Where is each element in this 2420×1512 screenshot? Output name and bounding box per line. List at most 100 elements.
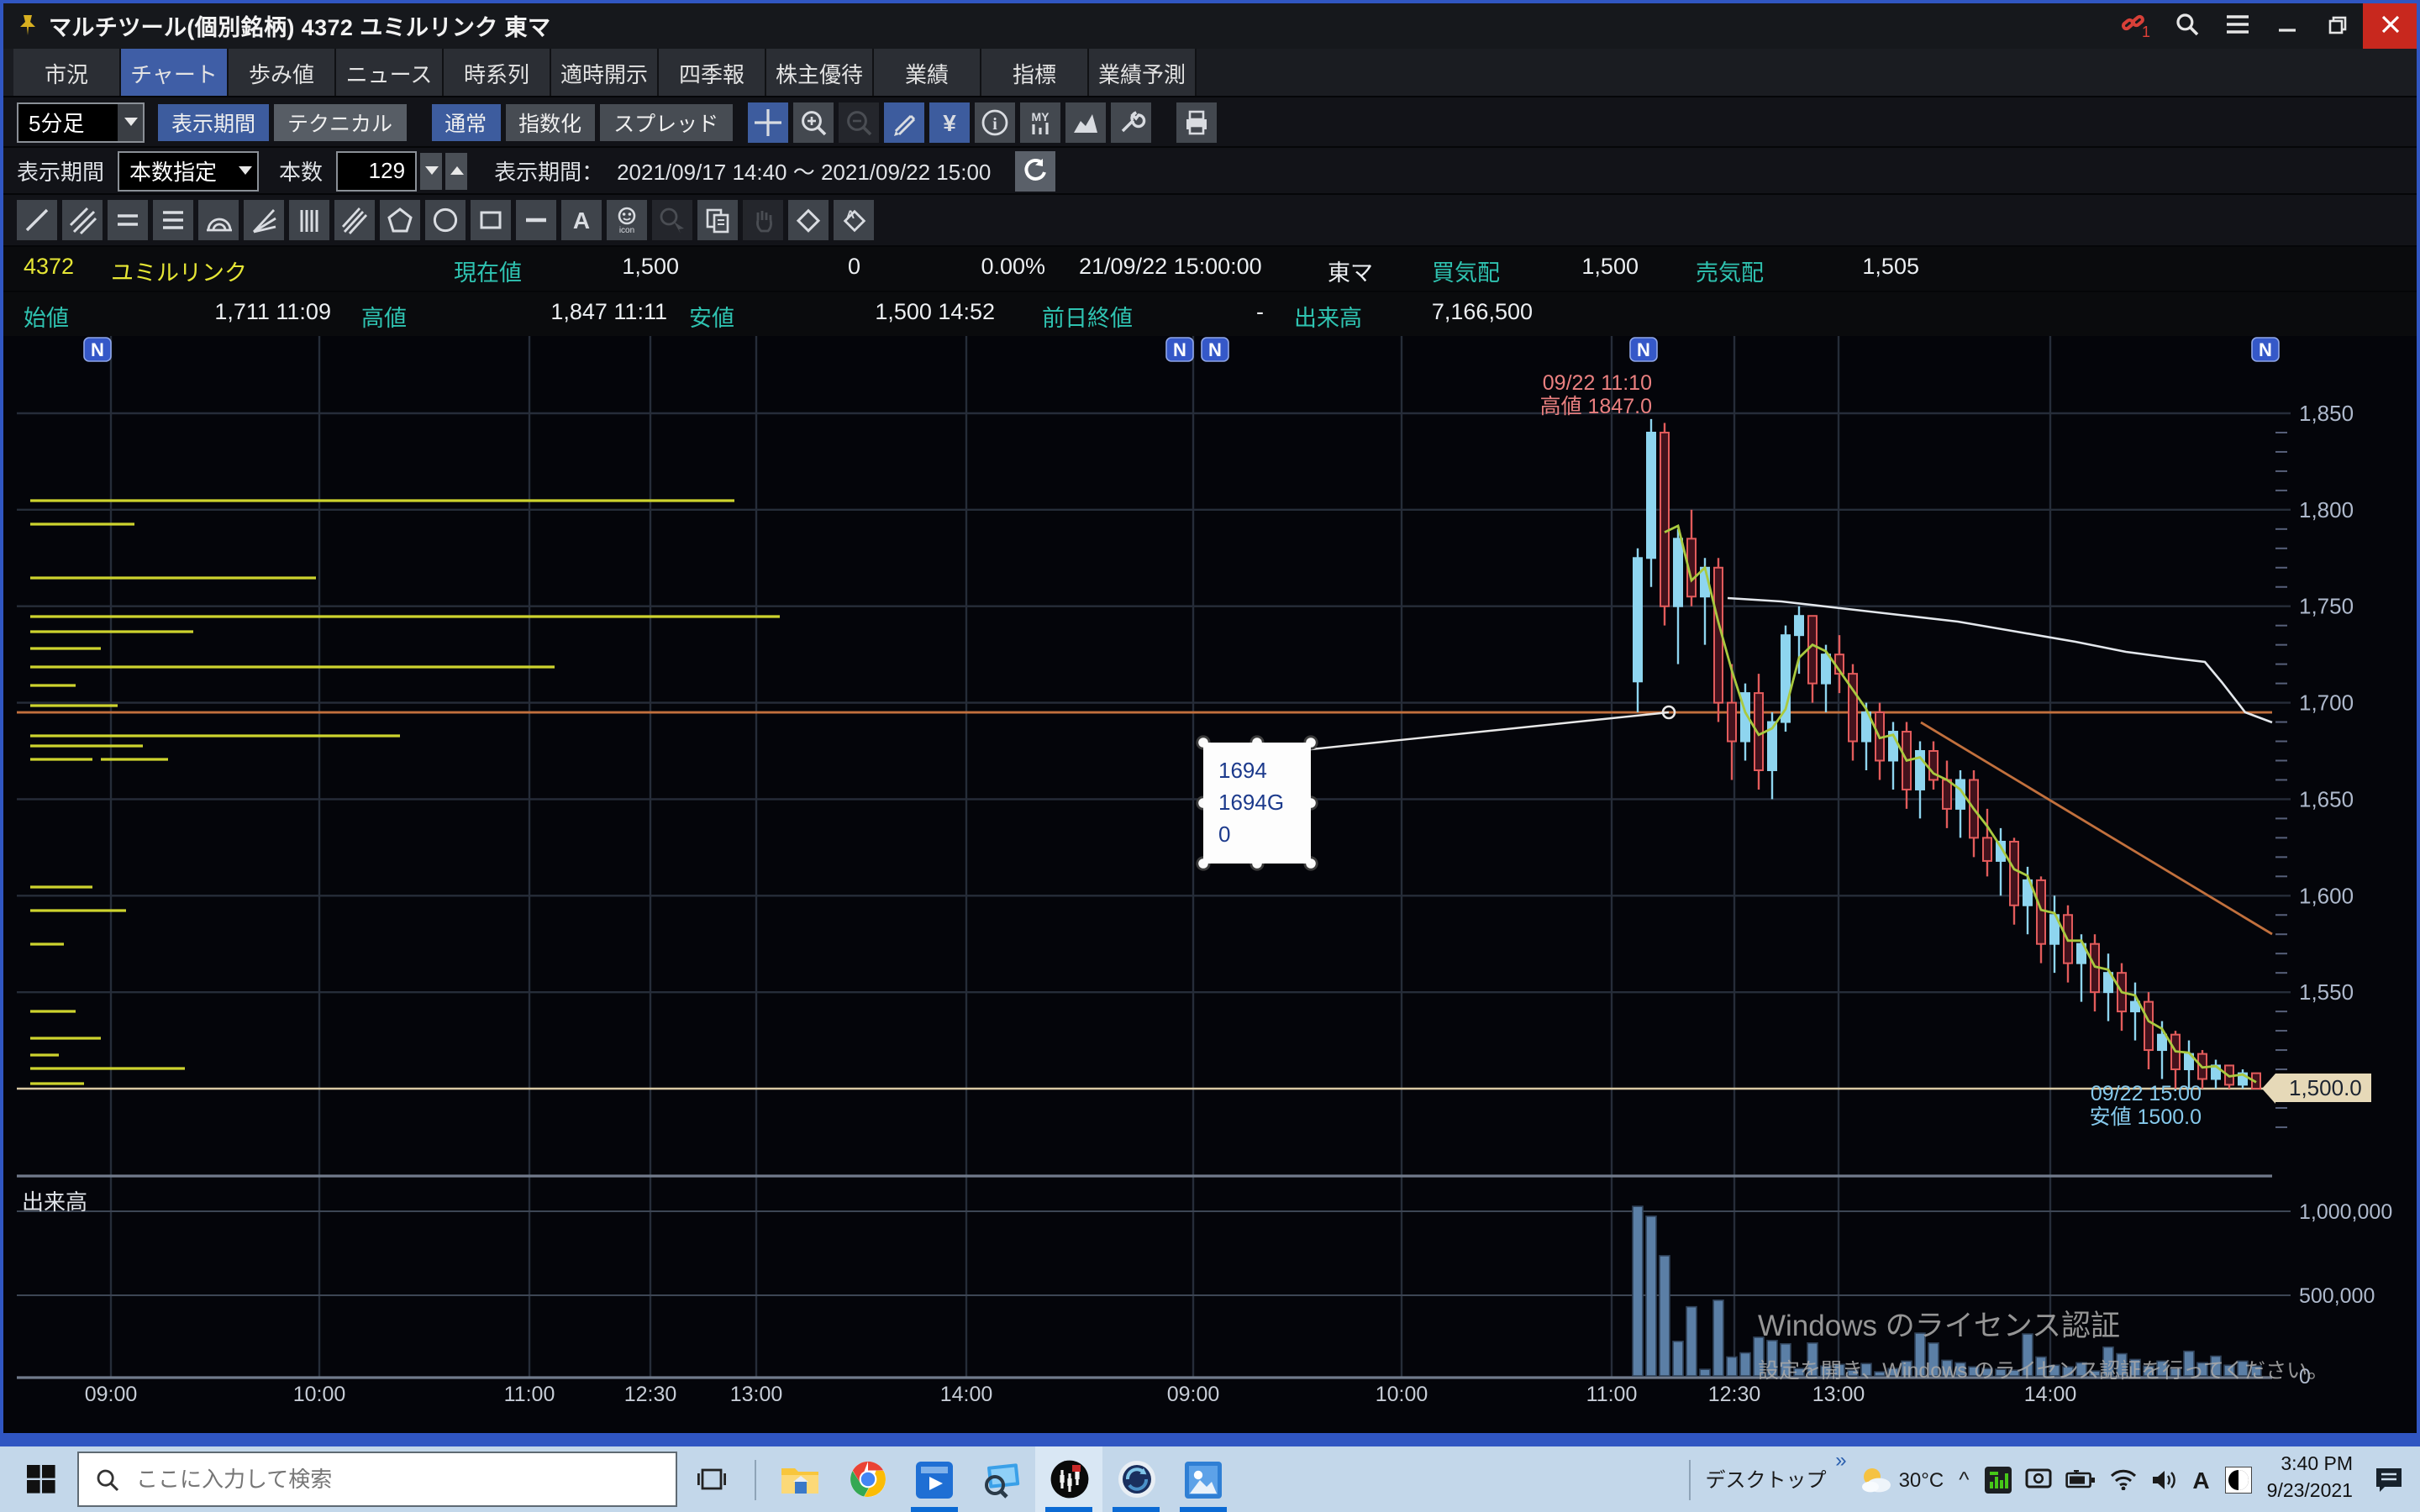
volume-value: 7,166,500 [1395, 299, 1533, 324]
pencil-icon[interactable] [883, 102, 923, 142]
draw-horizontal-3-icon[interactable] [153, 200, 193, 240]
minimize-button[interactable] [2262, 0, 2312, 49]
count-up-button[interactable] [445, 152, 467, 189]
taskbar-search[interactable] [77, 1452, 677, 1507]
time-axis-label: 14:00 [2024, 1383, 2077, 1406]
technical-button[interactable]: テクニカル [274, 103, 406, 140]
chart-annotation-box[interactable]: 1694 1694G 0 [1203, 743, 1311, 864]
bid-value: 1,500 [1491, 254, 1639, 279]
info-icon[interactable]: i [974, 102, 1014, 142]
notification-center-icon[interactable] [2375, 1466, 2403, 1493]
candle-down [1943, 780, 1951, 808]
tab-results[interactable]: 業績 [874, 49, 981, 96]
taskbar-clock[interactable]: 3:40 PM 9/23/2021 [2267, 1453, 2353, 1505]
count-label: 本数 [279, 155, 323, 186]
period-toolbar: 表示期間 本数指定 本数 129 表示期間： 2021/09/17 14:40 … [3, 148, 2417, 193]
price-axis-label: 1,600 [2299, 883, 2354, 908]
ime-mode-icon[interactable] [2225, 1466, 2252, 1493]
taskbar-app-chrome[interactable] [834, 1446, 901, 1512]
tab-timeseries[interactable]: 時系列 [444, 49, 551, 96]
spread-button[interactable]: スプレッド [600, 103, 732, 140]
time-axis-label: 09:00 [85, 1383, 138, 1406]
indexed-button[interactable]: 指数化 [505, 103, 595, 140]
draw-rectangle-icon[interactable] [471, 200, 511, 240]
change-percent: 0.00% [894, 254, 1045, 279]
tray-volume-icon[interactable] [2150, 1467, 2177, 1491]
window-border-bottom [0, 1433, 2420, 1446]
tab-tick[interactable]: 歩み値 [229, 49, 336, 96]
taskbar-app-explorer[interactable] [766, 1446, 834, 1512]
tab-chart[interactable]: チャート [121, 49, 229, 96]
interval-select[interactable]: 5分足 [17, 102, 145, 142]
my-chart-icon[interactable]: MY [1019, 102, 1060, 142]
draw-trend-line-icon[interactable] [17, 200, 57, 240]
tray-battery-icon[interactable] [2065, 1469, 2095, 1489]
taskbar-app-screen-search[interactable] [968, 1446, 1035, 1512]
tray-cast-icon[interactable] [2024, 1467, 2051, 1491]
tray-wifi-icon[interactable] [2108, 1468, 2137, 1490]
crosshair-icon[interactable] [747, 102, 787, 142]
desktops-toolbar[interactable]: デスクトップ » [1706, 1465, 1827, 1494]
tab-indicators[interactable]: 指標 [981, 49, 1089, 96]
tray-expand-icon[interactable]: ^ [1959, 1467, 1969, 1492]
zoom-in-icon[interactable] [792, 102, 833, 142]
close-button[interactable] [2363, 0, 2417, 49]
draw-fibonacci-arc-icon[interactable] [198, 200, 239, 240]
draw-ellipse-icon[interactable] [425, 200, 466, 240]
taskbar-app-sync[interactable] [1102, 1446, 1170, 1512]
draw-copy-icon[interactable] [697, 200, 738, 240]
draw-icon-stamp-icon[interactable]: icon [607, 200, 647, 240]
svg-text:¥: ¥ [942, 109, 955, 135]
draw-eraser-all-icon[interactable]: A [834, 200, 874, 240]
taskbar-app-trader[interactable] [1035, 1446, 1102, 1512]
display-period-button[interactable]: 表示期間 [158, 103, 269, 140]
draw-fan-lines-icon[interactable] [244, 200, 284, 240]
tab-forecast[interactable]: 業績予測 [1089, 49, 1197, 96]
taskbar-app-photos[interactable] [1170, 1446, 1237, 1512]
price-axis-label: 1,700 [2299, 690, 2354, 716]
draw-vertical-lines-icon[interactable] [289, 200, 329, 240]
draw-hand-icon [743, 200, 783, 240]
yen-icon[interactable]: ¥ [929, 102, 969, 142]
stock-code: 4372 [24, 254, 74, 279]
draw-pentagon-icon[interactable] [380, 200, 420, 240]
period-mode-select[interactable]: 本数指定 [118, 150, 259, 191]
tab-benefit[interactable]: 株主優待 [766, 49, 874, 96]
count-input[interactable]: 129 [336, 150, 417, 191]
normal-button[interactable]: 通常 [431, 103, 500, 140]
tray-divider [1689, 1459, 1691, 1499]
search-input[interactable] [133, 1465, 610, 1494]
ime-mode-a[interactable]: A [2192, 1466, 2209, 1493]
draw-pitchfork-icon[interactable] [334, 200, 375, 240]
tray-green-app-icon[interactable] [1984, 1466, 2011, 1493]
print-icon[interactable] [1176, 102, 1216, 142]
weather-icon[interactable]: 30°C [1859, 1466, 1944, 1493]
area-icon[interactable] [1065, 102, 1105, 142]
link-icon[interactable]: 1 [2111, 0, 2161, 49]
draw-segment-icon[interactable] [516, 200, 556, 240]
volume-bar [1686, 1307, 1697, 1376]
time-axis-label: 11:00 [504, 1383, 555, 1406]
taskbar-app-movies[interactable] [901, 1446, 968, 1512]
search-icon[interactable] [2161, 0, 2212, 49]
draw-parallel-hatch-icon[interactable] [62, 200, 103, 240]
task-view-button[interactable] [677, 1446, 744, 1512]
start-button[interactable] [7, 1446, 74, 1512]
restore-button[interactable] [2312, 0, 2363, 49]
tab-news[interactable]: ニュース [336, 49, 444, 96]
tab-market[interactable]: 市況 [13, 49, 121, 96]
window-border-right [2417, 0, 2420, 1446]
quote-row-2: 始値 1,711 11:09 高値 1,847 11:11 安値 1,500 1… [3, 292, 2417, 336]
tab-shikiho[interactable]: 四季報 [659, 49, 766, 96]
draw-eraser-icon[interactable] [788, 200, 829, 240]
tab-disclosure[interactable]: 適時開示 [551, 49, 659, 96]
draw-text-icon[interactable]: A [561, 200, 602, 240]
window-border-top [0, 0, 2420, 3]
volume-axis-label: 1,000,000 [2299, 1200, 2392, 1224]
reset-period-button[interactable] [1014, 150, 1055, 191]
draw-horizontal-2-icon[interactable] [108, 200, 148, 240]
menu-icon[interactable] [2212, 0, 2262, 49]
count-down-button[interactable] [420, 152, 442, 189]
news-marker-label: N [1173, 339, 1186, 360]
wrench-icon[interactable] [1110, 102, 1150, 142]
